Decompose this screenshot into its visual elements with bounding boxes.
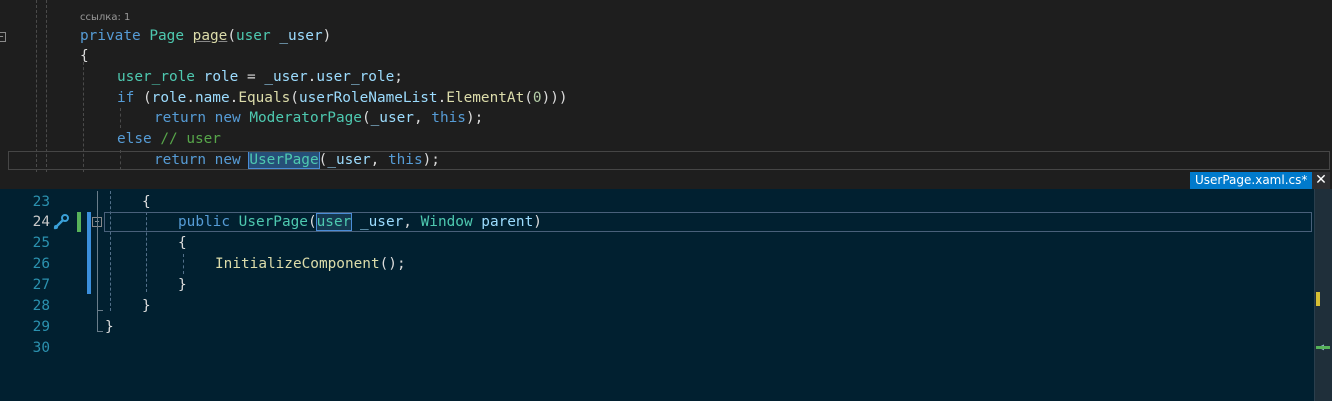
code-line[interactable]: {: [142, 192, 151, 212]
line-number: 24: [32, 214, 50, 230]
code-line[interactable]: private Page page(user _user): [80, 26, 331, 46]
code-line[interactable]: InitializeComponent();: [215, 254, 406, 274]
top-code-pane[interactable]: − ссылка: 1 private Page page(user _user…: [0, 0, 1332, 172]
line-number: 25: [32, 235, 50, 251]
quick-action-wrench-icon[interactable]: [52, 214, 70, 230]
indent-guide: [120, 108, 121, 128]
collapse-toggle-icon[interactable]: −: [0, 32, 6, 42]
scrollbar-marker: [1316, 292, 1320, 306]
line-number: 23: [32, 194, 50, 210]
indent-guide: [36, 0, 37, 172]
code-line[interactable]: return new ModeratorPage(_user, this);: [154, 108, 483, 128]
code-line[interactable]: }: [178, 275, 187, 295]
line-number: 30: [32, 340, 50, 356]
code-line[interactable]: user_role role = _user.user_role;: [117, 67, 403, 87]
outline-bracket: [97, 331, 103, 332]
current-line-highlight: [8, 151, 1330, 170]
line-number: 28: [32, 298, 50, 314]
change-bar-modified: [87, 212, 91, 294]
indent-guide: [46, 0, 47, 172]
line-number: 27: [32, 277, 50, 293]
code-line[interactable]: {: [80, 46, 89, 66]
indent-guide: [183, 254, 184, 274]
tab-label: UserPage.xaml.cs*: [1195, 173, 1308, 187]
document-tab[interactable]: UserPage.xaml.cs* ⊕: [1190, 172, 1329, 189]
line-number: 29: [32, 319, 50, 335]
code-line[interactable]: {: [178, 233, 187, 253]
line-number: 26: [32, 256, 50, 272]
code-line[interactable]: }: [105, 317, 114, 337]
code-line[interactable]: }: [142, 296, 151, 316]
code-line[interactable]: else // user: [117, 129, 221, 149]
close-icon[interactable]: ✕: [1312, 172, 1330, 189]
code-line[interactable]: if (role.name.Equals(userRoleNameList.El…: [117, 88, 568, 108]
scrollbar-change-marker: [1316, 346, 1330, 349]
outline-bracket: [97, 310, 103, 311]
codelens-references[interactable]: ссылка: 1: [80, 12, 130, 23]
code-line[interactable]: public UserPage(user _user, Window paren…: [178, 212, 542, 232]
change-bar-saved: [77, 212, 81, 232]
indent-guide: [110, 191, 111, 311]
